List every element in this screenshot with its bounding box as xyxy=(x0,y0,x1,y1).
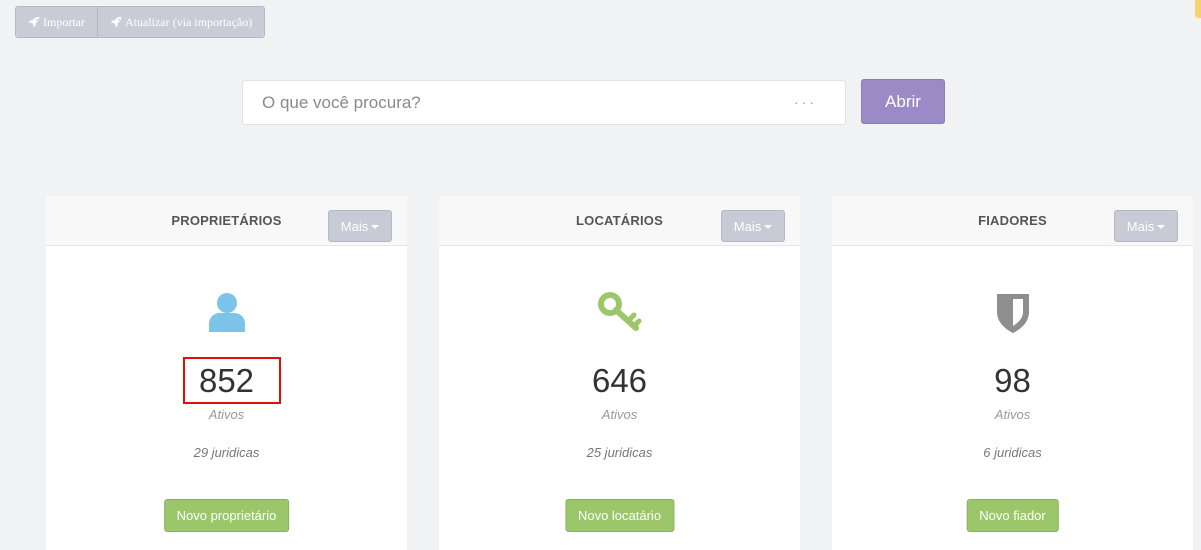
card-header: FIADORES Mais xyxy=(832,196,1193,246)
card-header: LOCATÁRIOS Mais xyxy=(439,196,800,246)
caret-down-icon xyxy=(371,225,380,229)
import-button[interactable]: Importar xyxy=(16,7,97,37)
import-label: Importar xyxy=(43,14,85,29)
new-owner-button[interactable]: Novo proprietário xyxy=(163,499,290,532)
caret-down-icon xyxy=(764,225,773,229)
more-label: Mais xyxy=(1126,218,1155,234)
tenants-card: LOCATÁRIOS Mais 646 Ativos 25 juridicas … xyxy=(439,196,800,550)
count-value: 98 xyxy=(994,362,1031,399)
more-label: Mais xyxy=(733,218,762,234)
caret-down-icon xyxy=(1157,225,1166,229)
search-box: ··· xyxy=(242,80,846,125)
more-dropdown-button[interactable]: Mais xyxy=(721,210,785,242)
owners-card: PROPRIETÁRIOS Mais 852 Ativos 29 juridic… xyxy=(46,196,407,550)
import-toolbar: Importar Atualizar (via importação) xyxy=(15,6,266,38)
new-guarantor-button[interactable]: Novo fiador xyxy=(966,499,1059,532)
corner-tab xyxy=(1195,0,1201,18)
more-dots-icon[interactable]: ··· xyxy=(794,94,817,110)
active-label: Ativos xyxy=(601,407,638,422)
rocket-icon xyxy=(28,16,40,28)
legal-count: 25 juridicas xyxy=(586,445,653,460)
count-value: 646 xyxy=(591,362,648,399)
user-icon xyxy=(46,292,407,332)
more-dropdown-button[interactable]: Mais xyxy=(1114,210,1178,242)
shield-icon xyxy=(832,292,1193,334)
active-label: Ativos xyxy=(208,407,245,422)
more-label: Mais xyxy=(340,218,369,234)
more-dropdown-button[interactable]: Mais xyxy=(328,210,392,242)
open-button[interactable]: Abrir xyxy=(861,79,945,124)
card-header: PROPRIETÁRIOS Mais xyxy=(46,196,407,246)
guarantors-card: FIADORES Mais 98 Ativos 6 juridicas Novo… xyxy=(832,196,1193,550)
legal-count: 6 juridicas xyxy=(983,445,1042,460)
new-tenant-button[interactable]: Novo locatário xyxy=(564,499,675,532)
rocket-icon xyxy=(110,16,122,28)
active-label: Ativos xyxy=(994,407,1031,422)
update-import-button[interactable]: Atualizar (via importação) xyxy=(96,7,265,37)
legal-count: 29 juridicas xyxy=(193,445,260,460)
count-value: 852 xyxy=(198,362,255,399)
update-import-label: Atualizar (via importação) xyxy=(124,14,253,29)
key-icon xyxy=(439,292,800,332)
search-input[interactable] xyxy=(243,81,845,124)
